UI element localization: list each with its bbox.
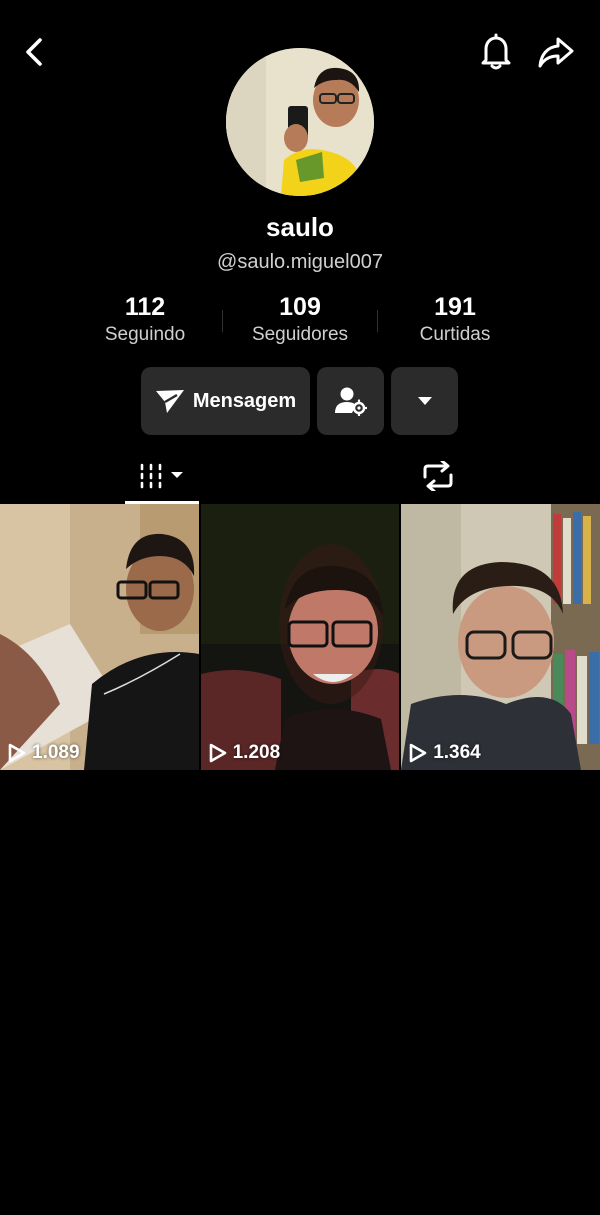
video-thumbnail-image [200,504,400,770]
stat-label: Curtidas [419,324,491,345]
share-button[interactable] [536,32,576,72]
view-count: 1.089 [8,742,80,764]
view-count-value: 1.089 [32,742,80,763]
stat-value: 112 [124,293,166,321]
friend-settings-button[interactable] [317,367,384,435]
profile-name: saulo [266,212,334,242]
profile-stats: 112 Seguindo 109 Seguidores 191 Curtidas [68,292,532,352]
chevron-left-icon [26,38,42,66]
view-count: 1.364 [409,742,481,764]
video-thumbnail[interactable]: 1.364 [401,504,600,770]
repost-icon [423,461,453,491]
play-icon [8,743,26,763]
view-count-value: 1.364 [433,742,481,763]
message-button[interactable]: Mensagem [141,367,310,435]
stat-label: Seguidores [251,324,349,345]
view-count-value: 1.208 [232,742,281,763]
video-thumbnail-image [0,504,199,770]
stat-following[interactable]: 112 Seguindo [68,292,222,352]
tab-videos[interactable] [125,448,199,504]
play-icon [209,743,226,763]
more-options-button[interactable] [391,367,458,435]
stat-likes[interactable]: 191 Curtidas [378,292,532,352]
share-icon [538,37,574,68]
profile-actions: Mensagem [141,367,458,435]
send-icon [155,390,184,413]
profile-handle: @saulo.miguel007 [217,251,383,273]
notifications-button[interactable] [476,32,516,72]
content-tabs [0,448,600,504]
user-gear-icon [334,387,367,416]
stat-followers[interactable]: 109 Seguidores [223,292,377,352]
grid-icon [140,463,183,489]
back-button[interactable] [16,34,52,70]
stat-value: 109 [279,293,321,321]
play-icon [409,743,427,763]
video-grid: 1.089 1.208 1.364 [0,504,600,770]
caret-down-icon [417,397,432,405]
video-thumbnail-image [401,504,600,770]
message-button-label: Mensagem [192,389,297,412]
profile-avatar[interactable] [226,48,374,196]
view-count: 1.208 [209,742,281,764]
video-thumbnail[interactable]: 1.089 [0,504,199,770]
tab-reposts[interactable] [410,448,466,504]
video-thumbnail[interactable]: 1.208 [200,504,400,770]
bell-icon [481,33,511,70]
stat-value: 191 [434,293,476,321]
stat-label: Seguindo [104,324,186,345]
